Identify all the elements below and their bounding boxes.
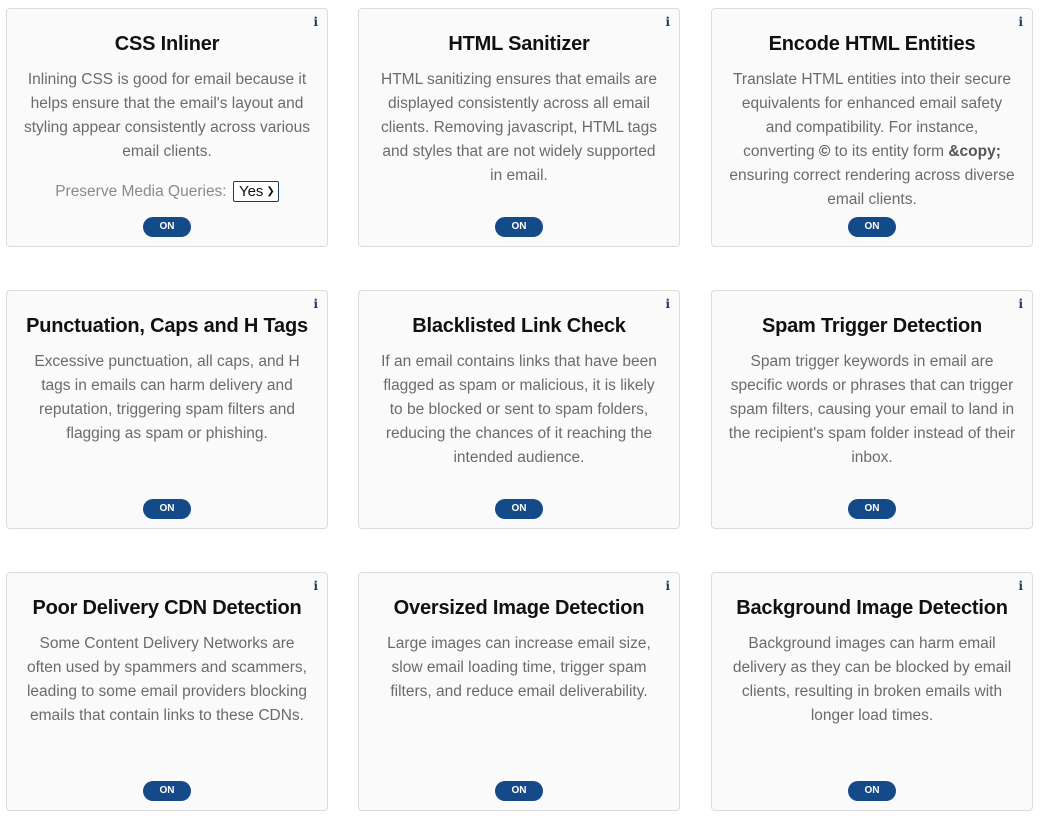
card-description: If an email contains links that have bee… xyxy=(381,353,657,466)
card-description: Large images can increase email size, sl… xyxy=(387,635,651,700)
preserve-media-queries-select[interactable]: Yes ❯ xyxy=(232,181,279,202)
preserve-media-queries-row: Preserve Media Queries: Yes ❯ xyxy=(7,181,327,202)
info-icon[interactable]: i xyxy=(1018,15,1023,29)
toggle-encode-html-entities[interactable]: ON xyxy=(848,217,896,237)
toggle-html-sanitizer[interactable]: ON xyxy=(495,217,543,237)
preserve-media-queries-label: Preserve Media Queries: xyxy=(55,183,227,200)
info-icon[interactable]: i xyxy=(313,579,318,593)
toggle-css-inliner[interactable]: ON xyxy=(143,217,191,237)
desc-text: ensuring correct rendering across divers… xyxy=(729,167,1015,208)
card-description: Spam trigger keywords in email are speci… xyxy=(728,353,1016,466)
preserve-media-queries-value: Yes xyxy=(238,183,264,200)
card-title: HTML Sanitizer xyxy=(448,33,590,55)
card-poor-delivery-cdn-detection: i Poor Delivery CDN Detection Some Conte… xyxy=(6,572,328,811)
card-blacklisted-link-check: i Blacklisted Link Check If an email con… xyxy=(358,290,680,529)
card-description: Inlining CSS is good for email because i… xyxy=(23,71,311,160)
copyright-symbol: © xyxy=(818,143,831,160)
card-css-inliner: i CSS Inliner Inlining CSS is good for e… xyxy=(6,8,328,247)
info-icon[interactable]: i xyxy=(313,297,318,311)
info-icon[interactable]: i xyxy=(665,579,670,593)
card-title: Blacklisted Link Check xyxy=(412,315,626,337)
toggle-spam-trigger-detection[interactable]: ON xyxy=(848,499,896,519)
card-description: Excessive punctuation, all caps, and H t… xyxy=(34,353,300,442)
card-description: Translate HTML entities into their secur… xyxy=(728,68,1016,212)
card-title: Oversized Image Detection xyxy=(393,597,645,619)
info-icon[interactable]: i xyxy=(665,297,670,311)
info-icon[interactable]: i xyxy=(665,15,670,29)
card-oversized-image-detection: i Oversized Image Detection Large images… xyxy=(358,572,680,811)
card-encode-html-entities: i Encode HTML Entities Translate HTML en… xyxy=(711,8,1033,247)
toggle-oversized-image-detection[interactable]: ON xyxy=(495,781,543,801)
info-icon[interactable]: i xyxy=(313,15,318,29)
toggle-background-image-detection[interactable]: ON xyxy=(848,781,896,801)
desc-text: to its entity form xyxy=(830,143,949,160)
card-background-image-detection: i Background Image Detection Background … xyxy=(711,572,1033,811)
card-spam-trigger-detection: i Spam Trigger Detection Spam trigger ke… xyxy=(711,290,1033,529)
card-title: Encode HTML Entities xyxy=(768,33,976,55)
card-title: Poor Delivery CDN Detection xyxy=(32,597,302,619)
card-description: Some Content Delivery Networks are often… xyxy=(26,635,307,724)
info-icon[interactable]: i xyxy=(1018,297,1023,311)
info-icon[interactable]: i xyxy=(1018,579,1023,593)
card-description: Background images can harm email deliver… xyxy=(732,635,1012,724)
entity-code: &copy; xyxy=(948,143,1001,160)
feature-card-grid: i CSS Inliner Inlining CSS is good for e… xyxy=(0,0,1040,820)
toggle-poor-delivery-cdn-detection[interactable]: ON xyxy=(143,781,191,801)
toggle-punctuation-caps-h-tags[interactable]: ON xyxy=(143,499,191,519)
chevron-down-icon: ❯ xyxy=(266,186,275,197)
card-title: Background Image Detection xyxy=(736,597,1008,619)
toggle-blacklisted-link-check[interactable]: ON xyxy=(495,499,543,519)
card-punctuation-caps-h-tags: i Punctuation, Caps and H Tags Excessive… xyxy=(6,290,328,529)
card-title: Spam Trigger Detection xyxy=(761,315,983,337)
card-title: Punctuation, Caps and H Tags xyxy=(26,315,308,337)
card-html-sanitizer: i HTML Sanitizer HTML sanitizing ensures… xyxy=(358,8,680,247)
card-description: HTML sanitizing ensures that emails are … xyxy=(381,71,657,184)
card-title: CSS Inliner xyxy=(114,33,220,55)
